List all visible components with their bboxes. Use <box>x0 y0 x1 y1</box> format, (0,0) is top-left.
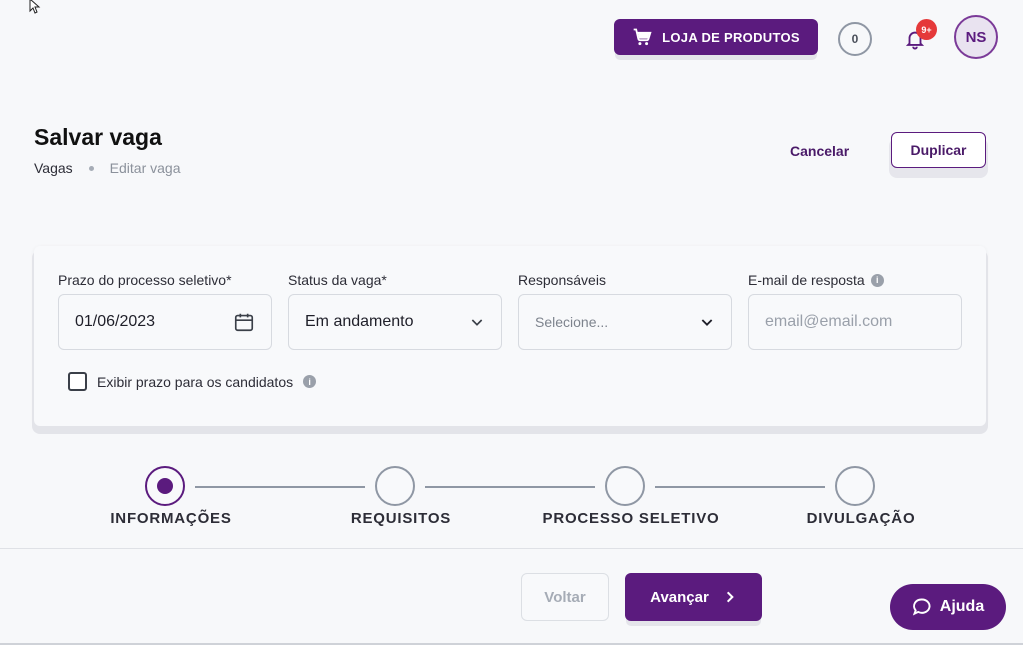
show-deadline-label[interactable]: Exibir prazo para os candidatos <box>97 374 293 390</box>
notification-badge: 9+ <box>916 19 937 40</box>
help-button-label: Ajuda <box>939 598 985 615</box>
store-button-label: LOJA DE PRODUTOS <box>662 29 800 45</box>
step-requisitos-label: REQUISITOS <box>350 510 452 527</box>
reply-email-label-text: E-mail de resposta <box>748 272 865 288</box>
chevron-down-icon <box>471 319 483 326</box>
coins-value: 0 <box>851 32 859 46</box>
show-deadline-checkbox[interactable] <box>68 372 87 391</box>
step-processo-seletivo-indicator[interactable] <box>605 466 645 506</box>
page-title: Salvar vaga <box>34 124 162 150</box>
store-button[interactable]: LOJA DE PRODUTOS <box>614 19 818 55</box>
responsibles-select[interactable]: Selecione... <box>518 294 732 350</box>
stepper-connector <box>655 486 825 488</box>
step-informacoes-label: INFORMAÇÕES <box>110 510 232 527</box>
info-icon[interactable]: i <box>870 273 884 287</box>
breadcrumb-item-vagas[interactable]: Vagas <box>34 160 73 176</box>
deadline-date-field[interactable]: 01/06/2023 <box>58 294 272 350</box>
reply-email-label: E-mail de resposta i <box>748 272 884 288</box>
breadcrumb-separator <box>88 165 94 171</box>
responsibles-label: Responsáveis <box>518 272 606 288</box>
coins-counter[interactable]: 0 <box>838 22 872 56</box>
avatar[interactable]: NS <box>954 15 998 59</box>
footer-divider <box>0 548 1023 549</box>
duplicate-button[interactable]: Duplicar <box>891 132 986 168</box>
reply-email-placeholder: email@email.com <box>765 313 893 330</box>
show-deadline-row: Exibir prazo para os candidatos i <box>68 372 317 391</box>
deadline-label: Prazo do processo seletivo* <box>58 272 232 288</box>
next-button-label: Avançar <box>650 588 709 606</box>
step-requisitos-indicator[interactable] <box>375 466 415 506</box>
chevron-down-icon <box>701 319 713 326</box>
responsibles-placeholder: Selecione... <box>535 314 609 330</box>
calendar-icon[interactable] <box>233 311 255 333</box>
avatar-initials: NS <box>965 28 987 46</box>
status-label-text: Status da vaga* <box>288 272 387 288</box>
help-button[interactable]: Ajuda <box>890 584 1006 630</box>
responsibles-label-text: Responsáveis <box>518 272 606 288</box>
mouse-cursor-icon <box>29 0 41 14</box>
deadline-label-text: Prazo do processo seletivo* <box>58 272 232 288</box>
step-informacoes-indicator[interactable] <box>145 466 185 506</box>
step-divulgacao-label: DIVULGAÇÃO <box>806 510 916 527</box>
reply-email-field[interactable]: email@email.com <box>748 294 962 350</box>
step-processo-seletivo-label: PROCESSO SELETIVO <box>542 510 720 527</box>
stepper-connector <box>195 486 365 488</box>
status-value: Em andamento <box>305 313 414 330</box>
back-button[interactable]: Voltar <box>521 573 609 621</box>
info-icon[interactable]: i <box>303 375 317 388</box>
chevron-right-icon <box>726 591 734 603</box>
step-divulgacao-indicator[interactable] <box>835 466 875 506</box>
cart-icon <box>633 28 652 46</box>
cancel-button[interactable]: Cancelar <box>790 140 849 162</box>
breadcrumb: Vagas Editar vaga <box>34 160 181 176</box>
chat-bubble-icon <box>912 598 931 616</box>
status-label: Status da vaga* <box>288 272 387 288</box>
next-button[interactable]: Avançar <box>625 573 762 621</box>
stepper-connector <box>425 486 595 488</box>
breadcrumb-item-current: Editar vaga <box>109 160 181 176</box>
deadline-value: 01/06/2023 <box>75 313 156 330</box>
status-select[interactable]: Em andamento <box>288 294 502 350</box>
